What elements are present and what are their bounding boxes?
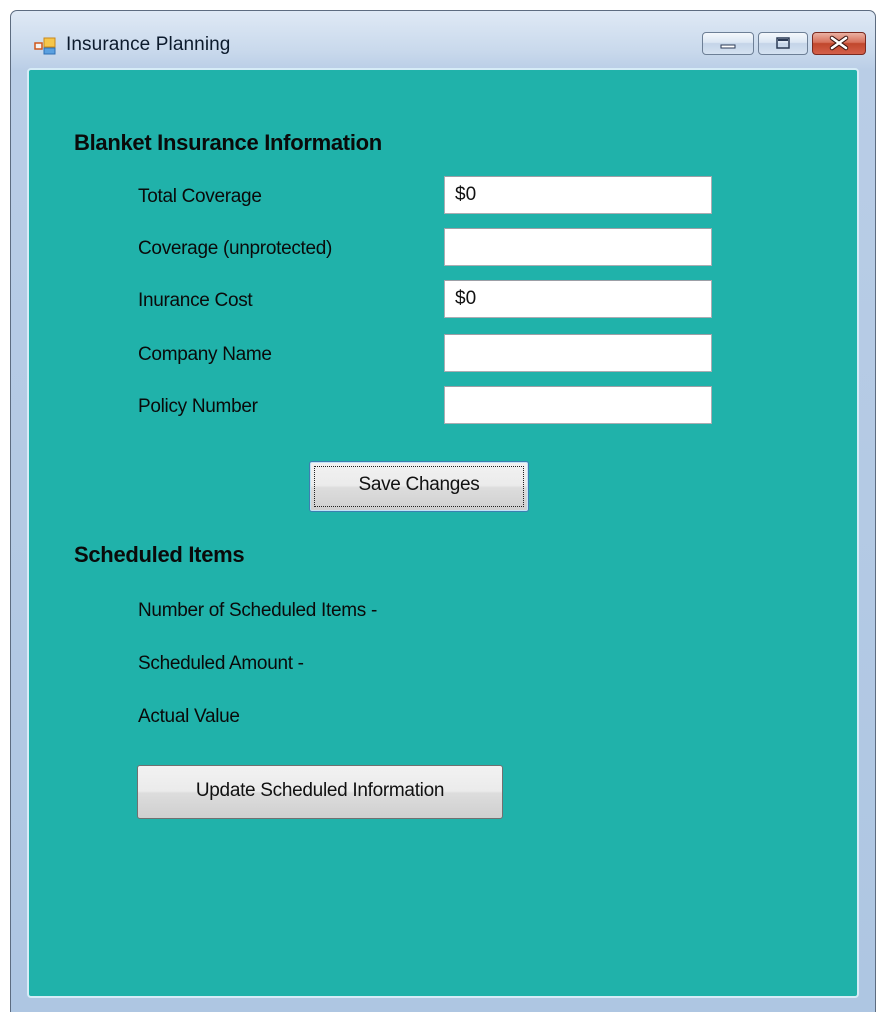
title-bar[interactable]: Insurance Planning: [11, 11, 875, 67]
blanket-section-heading: Blanket Insurance Information: [74, 130, 382, 155]
update-scheduled-button[interactable]: Update Scheduled Information: [137, 765, 503, 819]
save-changes-button[interactable]: Save Changes: [309, 461, 529, 512]
scheduled-section-heading: Scheduled Items: [74, 542, 245, 567]
company-name-input[interactable]: [444, 334, 712, 372]
minimize-button[interactable]: [702, 32, 754, 55]
app-window: Insurance Planning Blanket Insurance Inf…: [10, 10, 876, 1012]
update-scheduled-label: Update Scheduled Information: [195, 780, 445, 801]
coverage-unprotected-label: Coverage (unprotected): [138, 238, 333, 259]
window-title: Insurance Planning: [66, 34, 231, 55]
actual-value-label: Actual Value: [138, 706, 240, 727]
minimize-icon: [720, 44, 736, 49]
total-coverage-label: Total Coverage: [138, 186, 262, 207]
scheduled-amount-label: Scheduled Amount -: [138, 653, 304, 674]
policy-number-input[interactable]: [444, 386, 712, 424]
company-name-label: Company Name: [138, 344, 272, 365]
insurance-cost-input[interactable]: [444, 280, 712, 318]
form-client-area: Blanket Insurance Information Total Cove…: [27, 68, 859, 998]
coverage-unprotected-input[interactable]: [444, 228, 712, 266]
policy-number-label: Policy Number: [138, 396, 258, 417]
maximize-button[interactable]: [758, 32, 808, 55]
insurance-cost-label: Inurance Cost: [138, 290, 253, 311]
save-changes-label: Save Changes: [358, 474, 480, 495]
total-coverage-input[interactable]: [444, 176, 712, 214]
close-button[interactable]: [812, 32, 866, 55]
app-form-icon: [34, 37, 56, 55]
maximize-icon: [776, 37, 790, 49]
close-icon: [829, 35, 849, 51]
scheduled-count-label: Number of Scheduled Items -: [138, 600, 378, 621]
